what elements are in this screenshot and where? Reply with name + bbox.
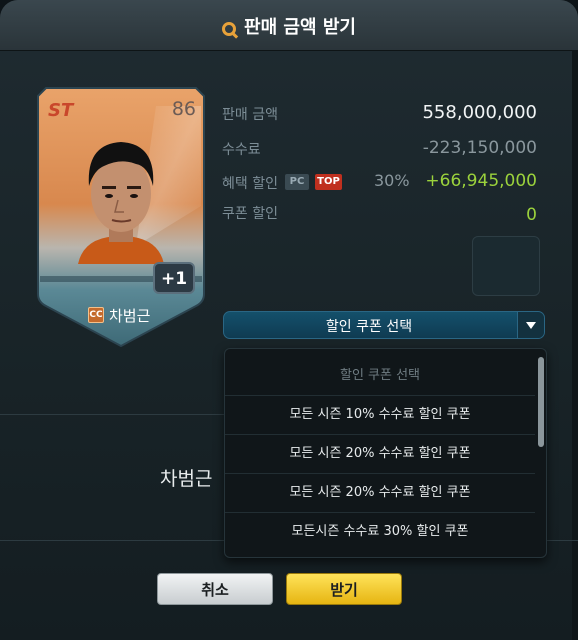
fee-label: 수수료 [222,142,261,158]
enhance-level-badge: +1 [153,262,195,294]
player-card: ST 86 +1 CC 차범근 [36,86,206,348]
sale-price-label: 판매 금액 [222,107,278,123]
benefit-discount-percent: 30% [374,171,410,190]
dropdown-placeholder-option[interactable]: 할인 쿠폰 선택 [225,357,535,396]
dialog-title-wrap: 판매 금액 받기 [0,13,578,39]
sale-price-value: 558,000,000 [422,102,537,123]
divider [0,414,230,415]
benefit-discount-label: 혜택 할인 [222,176,278,192]
dialog-title: 판매 금액 받기 [244,17,356,38]
coupon-option[interactable]: 모든 시즌 20% 수수료 할인 쿠폰 [225,474,535,513]
coupon-discount-label: 쿠폰 할인 [222,206,278,222]
search-icon [222,22,237,36]
coupon-select-value: 할인 쿠폰 선택 [325,319,413,335]
coupon-slot [472,236,540,296]
pc-badge: PC [285,174,309,190]
card-position: ST [48,100,74,121]
coupon-option[interactable]: 모든 시즌 10% 수수료 할인 쿠폰 [225,396,535,435]
coupon-dropdown-list[interactable]: 할인 쿠폰 선택 모든 시즌 10% 수수료 할인 쿠폰 모든 시즌 20% 수… [224,348,547,558]
coupon-discount-value: 0 [526,205,537,225]
cancel-button[interactable]: 취소 [157,573,273,605]
chevron-down-icon[interactable] [517,312,544,338]
right-edge-shadow [572,50,578,640]
season-badge: CC [88,307,104,323]
coupon-select[interactable]: 할인 쿠폰 선택 [223,311,545,339]
card-player-name: 차범근 [109,307,151,325]
dropdown-scrollbar[interactable] [538,357,544,447]
receive-button[interactable]: 받기 [286,573,402,605]
fee-value: -223,150,000 [422,138,537,158]
benefit-discount-value: +66,945,000 [425,171,537,191]
player-name-text: 차범근 [160,468,213,490]
top-badge: TOP [315,174,342,190]
coupon-option[interactable]: 모든 시즌 20% 수수료 할인 쿠폰 [225,435,535,474]
coupon-option[interactable]: 모든시즌 수수료 30% 할인 쿠폰 [225,513,535,551]
player-portrait [78,142,164,264]
sale-amount-dialog: 판매 금액 받기 ST 86 +1 CC 차범근 판매 금액 558,000,0… [0,0,578,640]
card-overall: 86 [171,98,196,120]
title-bar: 판매 금액 받기 [0,0,578,51]
